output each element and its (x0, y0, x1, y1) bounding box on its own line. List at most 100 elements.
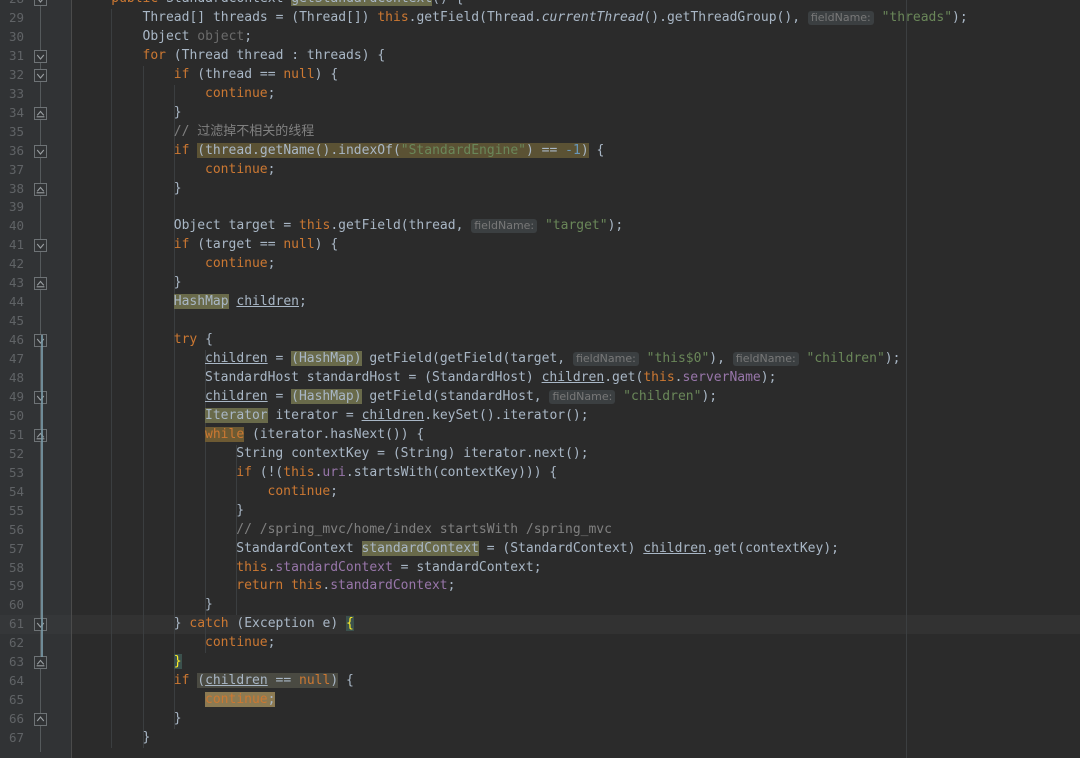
inlay-parameter-hint: fieldName: (572, 352, 639, 367)
line-number: 42 (8, 256, 24, 272)
code-line[interactable]: } (205, 596, 213, 615)
brace-match-gutter-marker (41, 335, 43, 658)
code-line[interactable]: while (iterator.hasNext()) { (205, 426, 424, 445)
highlighted-token: (HashMap) (291, 388, 362, 404)
code-line[interactable]: if (children == null) { (174, 672, 354, 691)
line-number: 37 (8, 161, 24, 177)
code-line[interactable]: Iterator iterator = children.keySet().it… (205, 407, 589, 426)
line-number: 61 (8, 616, 24, 632)
line-number: 32 (8, 66, 24, 82)
chevron-up-icon[interactable] (34, 713, 47, 727)
highlighted-token: while (205, 426, 245, 442)
line-number: 49 (8, 388, 24, 404)
line-number: 66 (8, 711, 24, 727)
code-line[interactable]: StandardContext standardContext = (Stand… (236, 540, 839, 559)
line-number: 43 (8, 275, 24, 291)
line-number: 50 (8, 407, 24, 423)
inlay-parameter-hint: fieldName: (549, 389, 616, 404)
line-number: 67 (8, 730, 24, 746)
code-line[interactable]: String contextKey = (String) iterator.ne… (236, 445, 588, 464)
brace-match-open: { (345, 616, 354, 632)
code-line[interactable]: if (thread == null) { (174, 66, 338, 85)
line-number: 30 (8, 28, 24, 44)
chevron-down-icon[interactable] (34, 0, 47, 6)
line-number: 60 (8, 597, 24, 613)
inlay-parameter-hint: fieldName: (471, 219, 538, 234)
highlighted-token: (HashMap) (291, 351, 362, 367)
highlighted-token: Iterator (205, 407, 268, 423)
code-line[interactable]: continue; (205, 255, 275, 274)
code-line[interactable]: for (Thread thread : threads) { (143, 47, 386, 66)
line-number: 36 (8, 142, 24, 158)
chevron-down-icon[interactable] (34, 68, 47, 82)
line-number: 34 (8, 104, 24, 120)
annotation-column (56, 0, 72, 758)
chevron-down-icon[interactable] (34, 144, 47, 158)
line-number: 31 (8, 47, 24, 63)
code-line[interactable]: Object object; (143, 28, 253, 47)
code-line[interactable]: // /spring_mvc/home/index startsWith /sp… (236, 521, 612, 540)
line-number: 64 (8, 673, 24, 689)
code-line[interactable]: continue; (205, 691, 276, 710)
code-line[interactable]: } (173, 653, 182, 672)
fold-collapse-icon[interactable] (34, 106, 47, 120)
line-number: 46 (8, 332, 24, 348)
line-number: 58 (8, 559, 24, 575)
hard-wrap-guide (906, 0, 907, 758)
chevron-down-icon[interactable] (34, 239, 47, 253)
code-line[interactable]: continue; (205, 85, 275, 104)
code-line[interactable]: } (174, 710, 182, 729)
highlighted-token: HashMap (173, 294, 229, 310)
line-number: 40 (8, 218, 24, 234)
code-line[interactable]: if (target == null) { (174, 236, 338, 255)
line-number: 45 (8, 313, 24, 329)
code-line[interactable]: } (143, 729, 151, 748)
code-line[interactable]: } (174, 104, 182, 123)
highlighted-token: (thread.getName().indexOf("StandardEngin… (197, 142, 589, 158)
code-line[interactable]: // 过滤掉不相关的线程 (174, 123, 314, 142)
line-number: 39 (8, 199, 24, 215)
code-line[interactable]: continue; (205, 161, 275, 180)
line-number: 62 (8, 635, 24, 651)
code-line[interactable]: } (174, 274, 182, 293)
code-line[interactable]: return this.standardContext; (236, 577, 455, 596)
code-line[interactable]: children = (HashMap) getField(getField(t… (205, 350, 900, 369)
code-line[interactable]: } catch (Exception e) { (174, 615, 354, 634)
code-line[interactable]: Object target = this.getField(thread, fi… (174, 217, 623, 236)
line-number: 29 (8, 9, 24, 25)
highlighted-token: getStandardContext (291, 0, 433, 6)
code-line[interactable]: public StandardContext getStandardContex… (111, 0, 463, 9)
chevron-down-icon[interactable] (34, 49, 47, 63)
code-line[interactable]: children = (HashMap) getField(standardHo… (205, 388, 717, 407)
code-line[interactable]: HashMap children; (173, 293, 307, 312)
line-number: 63 (8, 654, 24, 670)
code-line[interactable]: this.standardContext = standardContext; (236, 559, 541, 578)
brace-match-close: } (173, 654, 182, 670)
fold-collapse-icon[interactable] (34, 656, 47, 670)
line-number: 54 (8, 483, 24, 499)
code-line[interactable]: Thread[] threads = (Thread[]) this.getFi… (143, 9, 968, 28)
editor-gutter[interactable]: 2829 30 31 32 33 34 35 36 37 38 39 40 41 42 43 44 45 46 47… (0, 0, 72, 758)
code-line[interactable]: if (thread.getName().indexOf("StandardEn… (174, 142, 604, 161)
code-line[interactable]: try { (174, 331, 213, 350)
line-number: 44 (8, 294, 24, 310)
code-editor[interactable]: 2829 30 31 32 33 34 35 36 37 38 39 40 41 42 43 44 45 46 47… (0, 0, 1080, 758)
code-line[interactable]: if (!(this.uri.startsWith(contextKey))) … (236, 464, 557, 483)
line-number: 41 (8, 237, 24, 253)
line-number: 51 (8, 426, 24, 442)
code-text-area[interactable]: public StandardContext getStandardContex… (72, 0, 1080, 758)
code-line[interactable]: } (236, 502, 244, 521)
line-number: 28 (0, 0, 26, 9)
fold-collapse-icon[interactable] (34, 277, 47, 291)
line-number: 56 (8, 521, 24, 537)
line-number: 57 (8, 540, 24, 556)
fold-collapse-icon[interactable] (34, 182, 47, 196)
indent-guide-2 (142, 65, 144, 748)
code-line[interactable]: StandardHost standardHost = (StandardHos… (205, 369, 776, 388)
line-number: 48 (8, 370, 24, 385)
code-line[interactable]: } (174, 180, 182, 199)
code-line[interactable]: continue; (268, 483, 338, 502)
code-line[interactable]: continue; (205, 634, 275, 653)
line-number: 35 (8, 123, 24, 139)
highlighted-token: (children == null) (197, 673, 339, 689)
